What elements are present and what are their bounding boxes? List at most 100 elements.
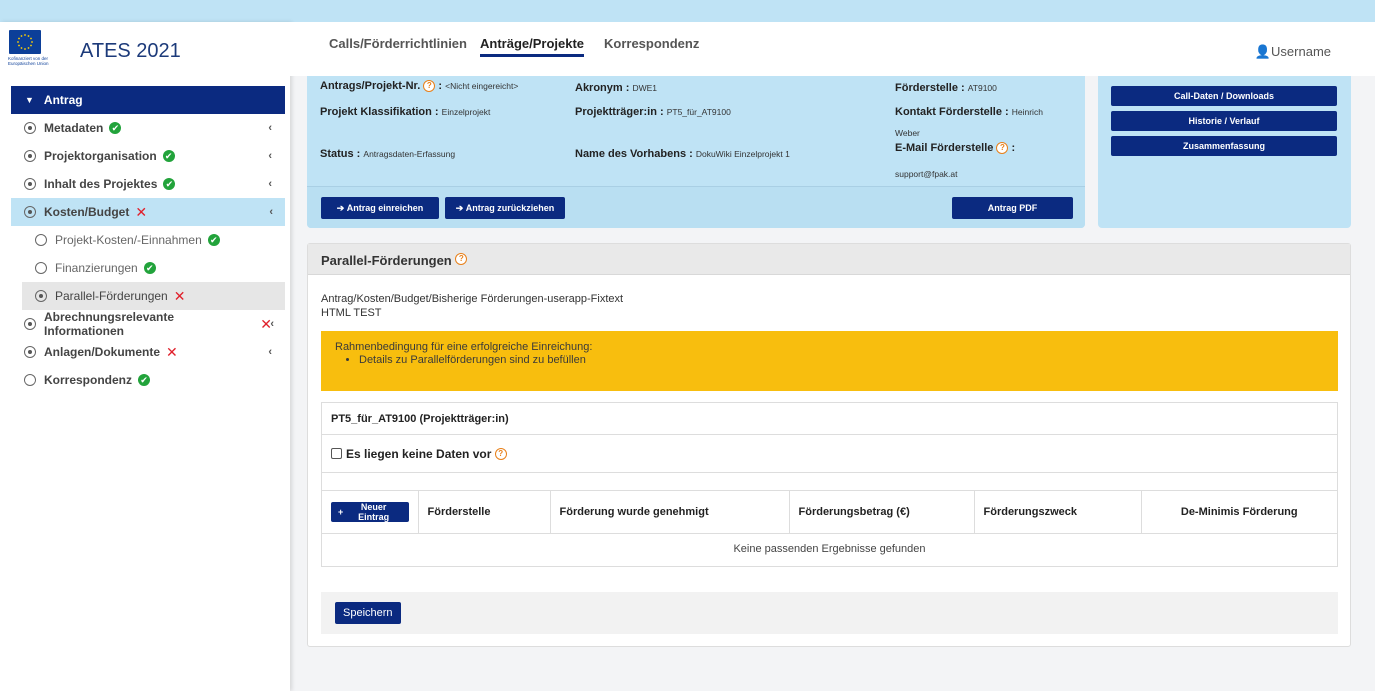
antrag-zurueckziehen-button[interactable]: ➔ Antrag zurückziehen	[445, 197, 565, 219]
field-kontakt-cont: Weber	[895, 127, 920, 139]
help-icon[interactable]: ?	[494, 447, 507, 460]
sidebar-item-anlagen[interactable]: Anlagen/Dokumente ✕ ‹	[0, 338, 290, 366]
radio-icon	[24, 178, 36, 190]
field-label: Förderstelle :	[895, 82, 965, 94]
field-value: Einzelprojekt	[441, 107, 491, 117]
sidebar-item-parallel-foerderungen[interactable]: Parallel-Förderungen ✕	[22, 282, 285, 310]
radio-icon	[35, 234, 47, 246]
table-header-row: + Neuer Eintrag Förderstelle Förderung w…	[322, 491, 1337, 534]
sidebar-item-label: Inhalt des Projektes	[44, 177, 158, 191]
error-x-icon: ✕	[135, 203, 148, 220]
top-navigation: Calls/Förderrichtlinien Anträge/Projekte…	[290, 22, 1375, 76]
help-icon[interactable]: ?	[455, 253, 468, 265]
field-label: Projektträger:in :	[575, 106, 664, 118]
panel-header: Parallel-Förderungen ?	[308, 244, 1350, 275]
antrag-pdf-button[interactable]: Antrag PDF	[952, 197, 1073, 219]
sidebar-item-finanzierungen[interactable]: Finanzierungen ✔	[0, 254, 290, 282]
user-menu[interactable]: 👤Username	[1255, 44, 1331, 60]
sidebar-item-metadaten[interactable]: Metadaten ✔ ‹	[0, 114, 290, 142]
field-value: DWE1	[632, 83, 658, 93]
check-circle-icon: ✔	[143, 262, 156, 274]
field-klassifikation: Projekt Klassifikation : Einzelprojekt	[320, 106, 490, 118]
radio-icon	[35, 262, 47, 274]
field-value: <Nicht eingereicht>	[445, 81, 519, 91]
fixtext: Antrag/Kosten/Budget/Bisherige Förderung…	[321, 292, 623, 320]
field-value: AT9100	[967, 83, 997, 93]
column-header-genehmigt[interactable]: Förderung wurde genehmigt	[550, 491, 790, 534]
field-email-value: support@fpak.at	[895, 168, 958, 180]
help-icon[interactable]: ?	[996, 142, 1009, 154]
field-value: support@fpak.at	[895, 169, 958, 179]
arrow-right-icon: ➔	[336, 202, 347, 213]
sidebar-item-korrespondenz[interactable]: Korrespondenz ✔	[0, 366, 290, 394]
sidebar-item-projekt-kosten[interactable]: Projekt-Kosten/-Einnahmen ✔	[0, 226, 290, 254]
tab-korrespondenz[interactable]: Korrespondenz	[604, 36, 699, 51]
save-bar: Speichern	[321, 592, 1338, 634]
empty-result-text: Keine passenden Ergebnisse gefunden	[733, 543, 926, 556]
user-icon: 👤	[1254, 44, 1272, 59]
sidebar-item-label: Projekt-Kosten/-Einnahmen	[55, 233, 202, 247]
check-circle-icon: ✔	[138, 374, 151, 386]
chevron-left-icon: ‹	[269, 206, 273, 218]
column-header-de-minimis[interactable]: De-Minimis Förderung	[1141, 491, 1337, 534]
historie-button[interactable]: Historie / Verlauf	[1111, 111, 1337, 131]
eu-logo-text-2: Europäischen Union	[8, 61, 49, 66]
sidebar-item-abrechnung[interactable]: Abrechnungsrelevante Informationen ✕ ‹	[0, 310, 290, 338]
caret-down-icon: ▼	[25, 95, 34, 105]
fixtext-line-2: HTML TEST	[321, 307, 382, 319]
warning-box: Rahmenbedingung für eine erfolgreiche Ei…	[321, 331, 1338, 391]
plus-icon: +	[338, 506, 346, 517]
project-info-box: Antrags/Projekt-Nr. ? : <Nicht eingereic…	[307, 76, 1085, 228]
zusammenfassung-button[interactable]: Zusammenfassung	[1111, 136, 1337, 156]
no-data-checkbox-row: Es liegen keine Daten vor ?	[322, 435, 1337, 473]
field-label: E-Mail Förderstelle	[895, 142, 994, 154]
table-title: PT5_für_AT9100 (Projektträger:in)	[322, 403, 1337, 435]
column-header-zweck[interactable]: Förderungszweck	[974, 491, 1142, 534]
button-label: Antrag einreichen	[346, 203, 424, 213]
neuer-eintrag-button[interactable]: + Neuer Eintrag	[331, 501, 409, 522]
eu-logo: Kofinanziert von der Europäischen Union	[8, 30, 62, 72]
sidebar-item-kosten-budget[interactable]: Kosten/Budget ✕ ‹	[11, 198, 285, 226]
brand: Kofinanziert von der Europäischen Union …	[0, 22, 290, 80]
warning-list: Details zu Parallelförderungen sind zu b…	[359, 354, 1324, 367]
field-projekttraeger: Projektträger:in : PT5_für_AT9100	[575, 106, 731, 118]
radio-icon	[24, 374, 36, 386]
no-data-checkbox[interactable]	[331, 448, 342, 459]
checkbox-label[interactable]: Es liegen keine Daten vor	[346, 447, 491, 461]
table-container: PT5_für_AT9100 (Projektträger:in) Es lie…	[321, 402, 1338, 567]
main-panel: Parallel-Förderungen ? Antrag/Kosten/Bud…	[307, 243, 1351, 647]
column-header-betrag[interactable]: Förderungsbetrag (€)	[789, 491, 975, 534]
check-circle-icon: ✔	[207, 234, 220, 246]
check-circle-icon: ✔	[163, 178, 176, 190]
action-box: Call-Daten / Downloads Historie / Verlau…	[1098, 76, 1351, 228]
warning-title: Rahmenbedingung für eine erfolgreiche Ei…	[335, 341, 593, 353]
foerderungen-table: + Neuer Eintrag Förderstelle Förderung w…	[322, 491, 1337, 565]
column-header-foerderstelle[interactable]: Förderstelle	[418, 491, 551, 534]
tab-calls[interactable]: Calls/Förderrichtlinien	[329, 36, 467, 51]
field-kontakt: Kontakt Förderstelle : Heinrich	[895, 106, 1043, 118]
arrow-right-icon: ➔	[455, 202, 466, 213]
field-label: Status :	[320, 148, 361, 160]
call-daten-button[interactable]: Call-Daten / Downloads	[1111, 86, 1337, 106]
tab-antraege-projekte[interactable]: Anträge/Projekte	[480, 36, 585, 57]
fixtext-line-1: Antrag/Kosten/Budget/Bisherige Förderung…	[321, 293, 624, 305]
antrag-einreichen-button[interactable]: ➔ Antrag einreichen	[321, 197, 439, 219]
radio-icon	[24, 150, 36, 162]
field-value: DokuWiki Einzelprojekt 1	[695, 149, 790, 159]
sidebar-header-antrag[interactable]: ▼ Antrag	[11, 86, 285, 114]
field-value: Antragsdaten-Erfassung	[363, 149, 456, 159]
info-footer: ➔ Antrag einreichen ➔ Antrag zurückziehe…	[307, 186, 1085, 228]
sidebar-item-inhalt[interactable]: Inhalt des Projektes ✔ ‹	[0, 170, 290, 198]
error-x-icon: ✕	[166, 343, 178, 360]
help-icon[interactable]: ?	[423, 80, 436, 92]
save-button[interactable]: Speichern	[335, 602, 401, 624]
table-spacer	[322, 473, 1337, 491]
radio-icon	[24, 318, 36, 330]
sidebar-item-label: Metadaten	[44, 121, 104, 135]
sidebar-item-label: Finanzierungen	[55, 261, 138, 275]
chevron-left-icon: ‹	[270, 318, 274, 330]
radio-icon	[24, 122, 36, 134]
sidebar-item-projektorganisation[interactable]: Projektorganisation ✔ ‹	[0, 142, 290, 170]
eu-flag-icon	[9, 30, 41, 54]
button-label: Antrag zurückziehen	[465, 203, 555, 213]
